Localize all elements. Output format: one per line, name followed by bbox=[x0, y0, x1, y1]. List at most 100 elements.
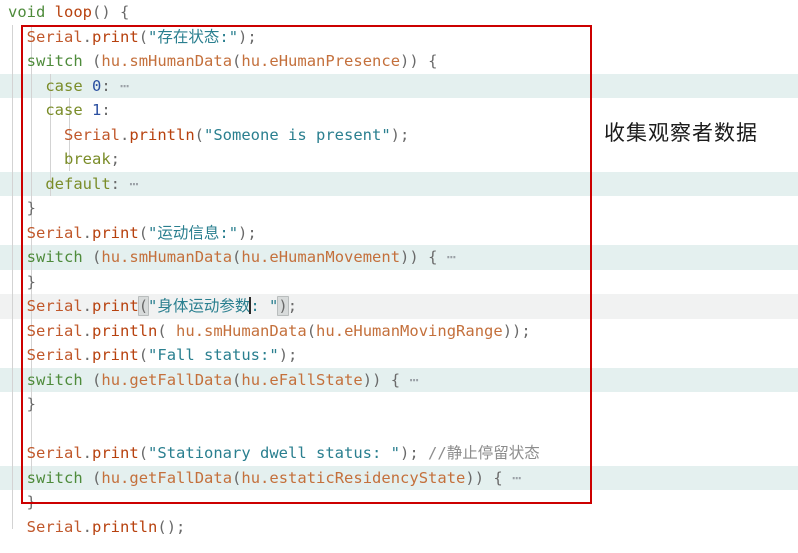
code-line-19[interactable]: Serial.print("Stationary dwell status: "… bbox=[0, 441, 798, 466]
token-colon: : bbox=[101, 76, 111, 95]
code-line-10[interactable]: Serial.print("运动信息:"); bbox=[0, 221, 798, 246]
token-paren-close: ) bbox=[465, 468, 475, 487]
token-switch: switch bbox=[26, 468, 83, 487]
token-brace-open: { bbox=[428, 248, 438, 266]
token-serial: Serial bbox=[26, 346, 83, 364]
token-print: print bbox=[92, 27, 139, 46]
token-paren-open: ( bbox=[232, 468, 242, 487]
token-hu: hu bbox=[241, 248, 261, 266]
token-paren-close: ) bbox=[409, 52, 419, 70]
token-brace-open: { bbox=[493, 468, 503, 487]
token-dot: . bbox=[334, 321, 345, 340]
token-serial: Serial bbox=[26, 223, 83, 242]
token-semicolon: ; bbox=[247, 223, 257, 242]
token-dot: . bbox=[120, 248, 130, 266]
token-dot: . bbox=[260, 248, 270, 266]
code-line-21-content: } bbox=[0, 490, 36, 515]
code-line-3-content: switch (hu.smHumanData(hu.eHumanPresence… bbox=[0, 49, 438, 74]
code-line-14[interactable]: Serial.println( hu.smHumanData(hu.eHuman… bbox=[0, 319, 798, 344]
token-case: case bbox=[45, 76, 83, 95]
token-paren-close: ) bbox=[362, 370, 373, 389]
token-string-fall: "Fall status:" bbox=[148, 346, 279, 364]
code-line-13[interactable]: Serial.print("身体运动参数: "); bbox=[0, 294, 798, 319]
code-line-14-content: Serial.println( hu.smHumanData(hu.eHuman… bbox=[0, 319, 531, 344]
code-line-4[interactable]: case 0: ⋯ bbox=[0, 73, 798, 99]
code-line-7-content: break; bbox=[0, 147, 120, 172]
token-paren-close: ) bbox=[372, 370, 382, 389]
code-line-15-content: Serial.print("Fall status:"); bbox=[0, 343, 298, 368]
fold-ellipsis-icon[interactable]: ⋯ bbox=[447, 248, 456, 266]
token-println: println bbox=[129, 125, 195, 144]
token-semicolon: ; bbox=[176, 517, 186, 536]
token-paren-close: ) bbox=[390, 125, 400, 144]
code-line-2[interactable]: Serial.print("存在状态:"); bbox=[0, 25, 798, 50]
token-dot: . bbox=[120, 468, 130, 487]
annotation-label: 收集观察者数据 bbox=[604, 121, 758, 145]
token-loop: loop bbox=[54, 3, 92, 21]
code-line-19-content: Serial.print("Stationary dwell status: "… bbox=[0, 441, 540, 466]
token-dot: . bbox=[120, 52, 130, 70]
token-serial: Serial bbox=[64, 125, 120, 144]
token-brace-close: } bbox=[26, 199, 37, 217]
code-line-2-content: Serial.print("存在状态:"); bbox=[0, 25, 257, 50]
token-brace-close: } bbox=[26, 272, 37, 291]
token-brace-open: { bbox=[120, 3, 130, 21]
token-dot: . bbox=[82, 223, 93, 242]
code-line-18[interactable] bbox=[0, 417, 798, 442]
token-estaticresidencystate: estaticResidencyState bbox=[269, 468, 466, 487]
code-line-16[interactable]: switch (hu.getFallData(hu.eFallState)) {… bbox=[0, 367, 798, 392]
token-string-body-param-a: "身体运动参数 bbox=[148, 297, 251, 315]
code-line-22[interactable]: Serial.println(); bbox=[0, 515, 798, 540]
token-case: case bbox=[45, 101, 83, 119]
code-line-12[interactable]: } bbox=[0, 270, 798, 295]
token-paren-open: ( bbox=[232, 370, 242, 389]
token-paren-close: ) bbox=[502, 321, 513, 340]
code-line-4-content: case 0: ⋯ bbox=[0, 74, 129, 99]
token-serial: Serial bbox=[26, 517, 83, 536]
token-semicolon: ; bbox=[110, 150, 121, 168]
code-line-9-content: } bbox=[0, 196, 36, 221]
token-getfalldata: getFallData bbox=[129, 370, 233, 389]
fold-ellipsis-icon[interactable]: ⋯ bbox=[409, 371, 418, 389]
fold-ellipsis-icon[interactable]: ⋯ bbox=[120, 77, 129, 95]
token-paren-open: ( bbox=[194, 125, 205, 144]
token-efallstate: eFallState bbox=[269, 370, 363, 389]
token-semicolon: ; bbox=[521, 321, 531, 340]
code-line-11[interactable]: switch (hu.smHumanData(hu.eHumanMovement… bbox=[0, 245, 798, 270]
code-line-17[interactable]: } bbox=[0, 392, 798, 417]
code-line-1[interactable]: void loop() { bbox=[0, 0, 798, 25]
token-paren-open: ( bbox=[138, 346, 149, 364]
code-line-20[interactable]: switch (hu.getFallData(hu.estaticResiden… bbox=[0, 465, 798, 490]
token-brace-close: } bbox=[26, 493, 37, 511]
token-hu: hu bbox=[101, 468, 121, 487]
token-colon: : bbox=[101, 101, 111, 119]
code-line-11-content: switch (hu.smHumanData(hu.eHumanMovement… bbox=[0, 245, 456, 270]
token-semicolon: ; bbox=[400, 125, 410, 144]
token-paren-close: ) bbox=[400, 248, 410, 266]
fold-ellipsis-icon[interactable]: ⋯ bbox=[129, 175, 138, 193]
token-paren-open: ( bbox=[138, 223, 149, 242]
token-brace-open: { bbox=[390, 370, 401, 389]
token-hu: hu bbox=[241, 370, 261, 389]
token-switch: switch bbox=[26, 248, 83, 266]
token-string-motion: "运动信息:" bbox=[148, 223, 239, 242]
token-dot: . bbox=[194, 321, 205, 340]
code-line-15[interactable]: Serial.print("Fall status:"); bbox=[0, 343, 798, 368]
token-brace-close: } bbox=[26, 395, 37, 413]
code-line-8[interactable]: default: ⋯ bbox=[0, 171, 798, 196]
code-editor[interactable]: void loop() { Serial.print("存在状态:"); swi… bbox=[0, 0, 798, 553]
token-string-someone: "Someone is present" bbox=[204, 125, 391, 144]
token-dot: . bbox=[120, 370, 130, 389]
token-paren-close: ) bbox=[409, 248, 419, 266]
code-line-7[interactable]: break; bbox=[0, 147, 798, 172]
token-hu: hu bbox=[316, 321, 335, 340]
code-line-9[interactable]: } bbox=[0, 196, 798, 221]
token-paren-close: ) bbox=[101, 3, 111, 21]
token-paren-open: ( bbox=[138, 444, 149, 462]
token-semicolon: ; bbox=[409, 444, 419, 462]
code-line-3[interactable]: switch (hu.smHumanData(hu.eHumanPresence… bbox=[0, 49, 798, 74]
token-dot: . bbox=[260, 52, 270, 70]
code-line-21[interactable]: } bbox=[0, 490, 798, 515]
code-line-18-content bbox=[0, 417, 17, 442]
fold-ellipsis-icon[interactable]: ⋯ bbox=[512, 469, 521, 487]
